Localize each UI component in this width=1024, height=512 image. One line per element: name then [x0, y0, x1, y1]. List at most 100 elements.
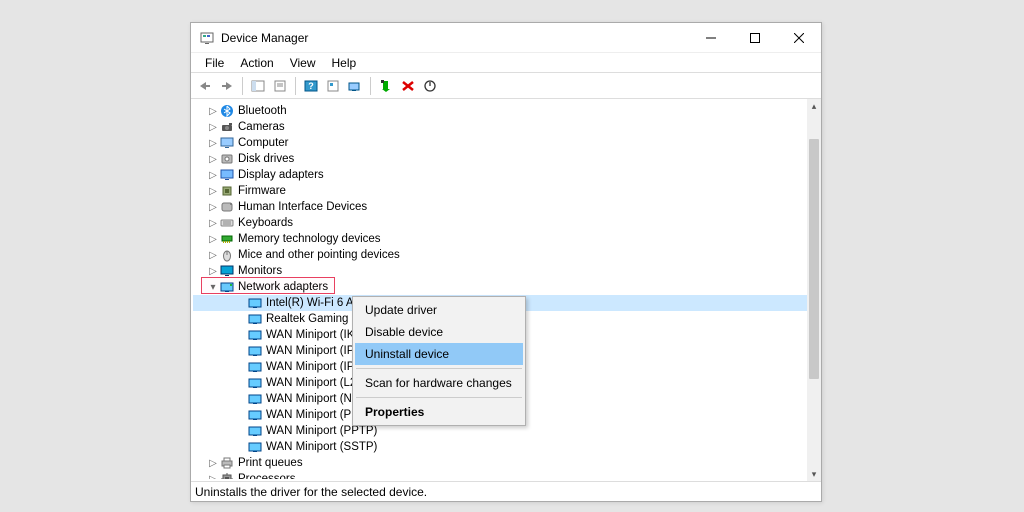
tree-node-label: WAN Miniport (PP	[263, 409, 359, 421]
tree-node-label: Display adapters	[235, 169, 324, 181]
toolbar: ?	[191, 73, 821, 99]
back-button[interactable]	[195, 76, 215, 96]
scan-button[interactable]	[345, 76, 365, 96]
tree-node-label: Bluetooth	[235, 105, 287, 117]
expand-icon[interactable]: ▷	[207, 458, 219, 469]
tree-node-bluetooth[interactable]: ▷ Bluetooth	[193, 103, 807, 119]
scroll-down-icon[interactable]: ▾	[807, 467, 821, 481]
expand-icon[interactable]: ▷	[207, 202, 219, 213]
expand-icon[interactable]: ▷	[207, 234, 219, 245]
tree-node-memory-technology-devices[interactable]: ▷ Memory technology devices	[193, 231, 807, 247]
tree-node-label: Memory technology devices	[235, 233, 381, 245]
update-driver-button[interactable]	[376, 76, 396, 96]
tree-node-label: Computer	[235, 137, 289, 149]
toolbar-icon-a[interactable]	[323, 76, 343, 96]
menu-view[interactable]: View	[282, 54, 324, 72]
expand-icon[interactable]: ▷	[207, 474, 219, 480]
disk-icon	[219, 152, 235, 166]
expand-icon[interactable]: ▷	[207, 122, 219, 133]
app-icon	[199, 30, 215, 46]
device-manager-window: Device Manager File Action View Help ? ▷…	[190, 22, 822, 502]
expand-icon[interactable]: ▷	[207, 266, 219, 277]
net-child-icon	[247, 424, 263, 438]
tree-node-label: Cameras	[235, 121, 285, 133]
net-child-icon	[247, 344, 263, 358]
disable-button[interactable]	[420, 76, 440, 96]
close-button[interactable]	[777, 23, 821, 53]
tree-node-computer[interactable]: ▷ Computer	[193, 135, 807, 151]
tree-node-keyboards[interactable]: ▷ Keyboards	[193, 215, 807, 231]
tree-node-label: WAN Miniport (IPv	[263, 361, 360, 373]
tree-node-label: Disk drives	[235, 153, 294, 165]
net-child-icon	[247, 312, 263, 326]
tree-node-label: Processors	[235, 473, 296, 479]
hid-icon	[219, 200, 235, 214]
forward-button[interactable]	[217, 76, 237, 96]
expand-icon[interactable]: ▷	[207, 106, 219, 117]
net-child-icon	[247, 360, 263, 374]
tree-node-print-queues[interactable]: ▷ Print queues	[193, 455, 807, 471]
window-controls	[689, 23, 821, 53]
net-child-icon	[247, 408, 263, 422]
show-hide-tree-button[interactable]	[248, 76, 268, 96]
context-separator	[356, 397, 522, 398]
tree-node-wan-miniport-sstp-[interactable]: WAN Miniport (SSTP)	[193, 439, 807, 455]
net-child-icon	[247, 328, 263, 342]
expand-icon[interactable]: ▷	[207, 138, 219, 149]
uninstall-button[interactable]	[398, 76, 418, 96]
tree-node-firmware[interactable]: ▷ Firmware	[193, 183, 807, 199]
tree-node-display-adapters[interactable]: ▷ Display adapters	[193, 167, 807, 183]
scroll-up-icon[interactable]: ▴	[807, 99, 821, 113]
context-properties[interactable]: Properties	[355, 401, 523, 423]
tree-node-processors[interactable]: ▷ Processors	[193, 471, 807, 479]
keyboard-icon	[219, 216, 235, 230]
computer-icon	[219, 136, 235, 150]
tree-node-label: Firmware	[235, 185, 286, 197]
status-text: Uninstalls the driver for the selected d…	[195, 485, 427, 499]
context-separator	[356, 368, 522, 369]
context-update-driver[interactable]: Update driver	[355, 299, 523, 321]
context-menu: Update driver Disable device Uninstall d…	[352, 296, 526, 426]
net-child-icon	[247, 296, 263, 310]
firmware-icon	[219, 184, 235, 198]
context-scan-hardware[interactable]: Scan for hardware changes	[355, 372, 523, 394]
context-disable-device[interactable]: Disable device	[355, 321, 523, 343]
tree-node-label: Print queues	[235, 457, 303, 469]
expand-icon[interactable]: ▷	[207, 218, 219, 229]
tree-node-label: Mice and other pointing devices	[235, 249, 400, 261]
tree-node-label: Keyboards	[235, 217, 293, 229]
tree-node-label: WAN Miniport (IKE	[263, 329, 362, 341]
tree-node-human-interface-devices[interactable]: ▷ Human Interface Devices	[193, 199, 807, 215]
tree-node-label: Monitors	[235, 265, 282, 277]
highlight-network-adapters	[201, 277, 335, 294]
maximize-button[interactable]	[733, 23, 777, 53]
memory-icon	[219, 232, 235, 246]
tree-node-mice-and-other-pointing-devices[interactable]: ▷ Mice and other pointing devices	[193, 247, 807, 263]
tree-node-label: Human Interface Devices	[235, 201, 367, 213]
net-child-icon	[247, 440, 263, 454]
display-icon	[219, 168, 235, 182]
expand-icon[interactable]: ▷	[207, 250, 219, 261]
tree-node-disk-drives[interactable]: ▷ Disk drives	[193, 151, 807, 167]
expand-icon[interactable]: ▷	[207, 186, 219, 197]
expand-icon[interactable]: ▷	[207, 154, 219, 165]
menu-file[interactable]: File	[197, 54, 232, 72]
net-child-icon	[247, 376, 263, 390]
bluetooth-icon	[219, 104, 235, 118]
properties-button[interactable]	[270, 76, 290, 96]
tree-node-label: WAN Miniport (L2	[263, 377, 356, 389]
net-child-icon	[247, 392, 263, 406]
tree-node-label: WAN Miniport (Ne	[263, 393, 358, 405]
scrollbar[interactable]: ▴ ▾	[807, 99, 821, 481]
scroll-thumb[interactable]	[809, 139, 819, 379]
menu-help[interactable]: Help	[324, 54, 365, 72]
expand-icon[interactable]: ▷	[207, 170, 219, 181]
statusbar: Uninstalls the driver for the selected d…	[191, 481, 821, 501]
minimize-button[interactable]	[689, 23, 733, 53]
monitor-icon	[219, 264, 235, 278]
help-button[interactable]: ?	[301, 76, 321, 96]
menu-action[interactable]: Action	[232, 54, 281, 72]
printer-icon	[219, 456, 235, 470]
context-uninstall-device[interactable]: Uninstall device	[355, 343, 523, 365]
tree-node-cameras[interactable]: ▷ Cameras	[193, 119, 807, 135]
